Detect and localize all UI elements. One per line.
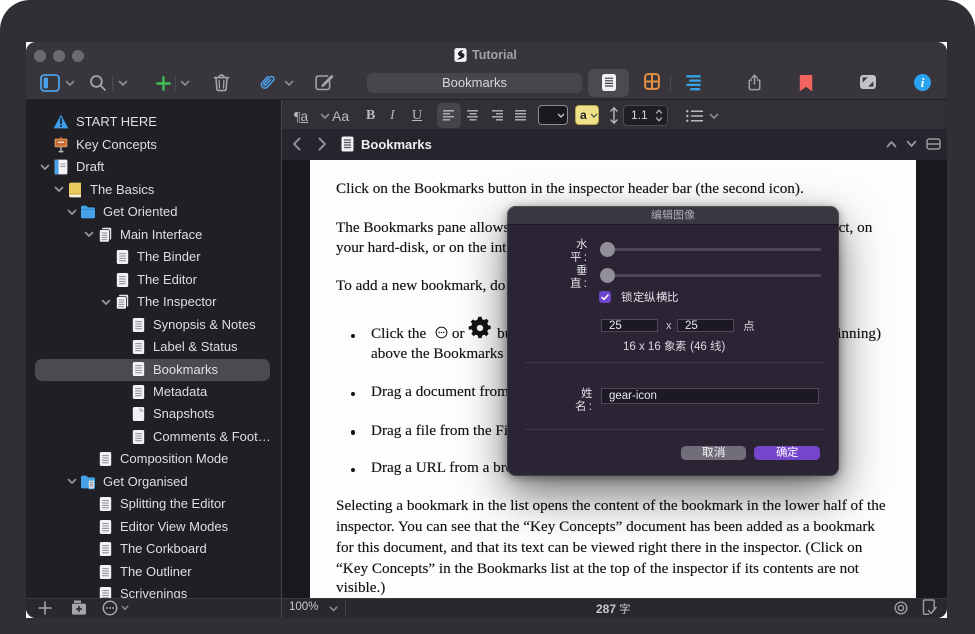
svg-text:i: i <box>921 75 925 90</box>
